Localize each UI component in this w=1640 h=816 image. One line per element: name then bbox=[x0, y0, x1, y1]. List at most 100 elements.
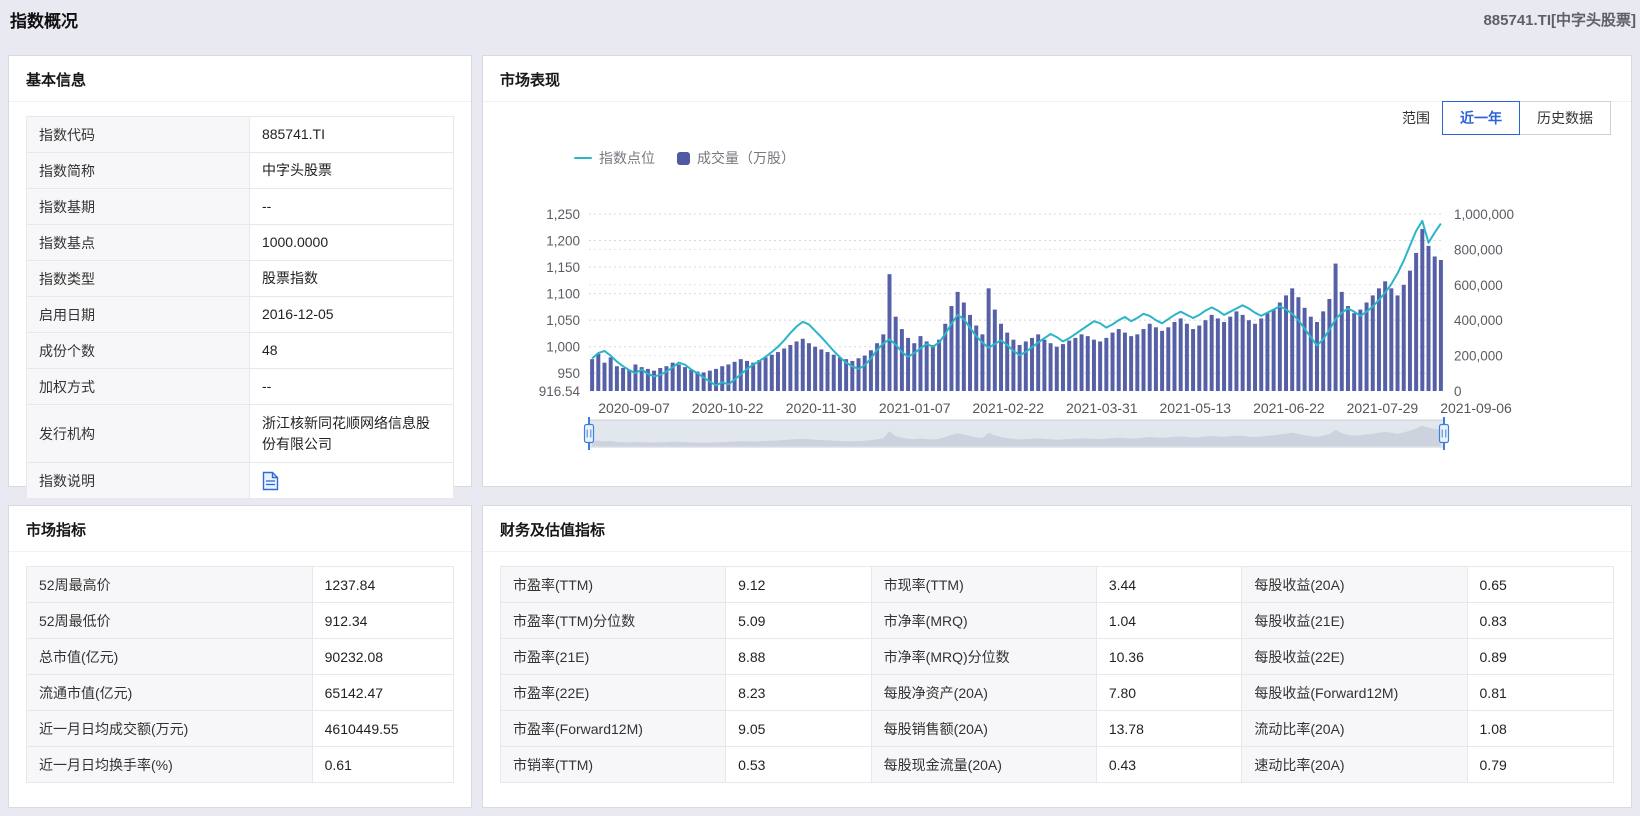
row-value: 0.79 bbox=[1468, 747, 1614, 782]
row-label: 每股现金流量(20A) bbox=[872, 747, 1097, 782]
svg-text:600,000: 600,000 bbox=[1454, 278, 1503, 293]
row-value: 4610449.55 bbox=[313, 711, 453, 746]
table-row: 52周最高价 1237.84 bbox=[27, 567, 453, 602]
row-value: 48 bbox=[250, 333, 453, 368]
row-label: 指数基点 bbox=[27, 225, 250, 260]
row-label: 每股收益(21E) bbox=[1242, 603, 1467, 638]
row-label: 总市值(亿元) bbox=[27, 639, 313, 674]
line-marker-icon bbox=[574, 157, 592, 160]
row-label: 近一月日均换手率(%) bbox=[27, 747, 313, 782]
row-value: 股票指数 bbox=[250, 261, 453, 296]
row-value: -- bbox=[250, 369, 453, 404]
market-stats-title: 市场指标 bbox=[9, 506, 471, 552]
row-value: 5.09 bbox=[726, 603, 872, 638]
row-label: 每股收益(Forward12M) bbox=[1242, 675, 1467, 710]
table-row: 市盈率(TTM)分位数 5.09 市净率(MRQ) 1.04 每股收益(21E)… bbox=[501, 602, 1613, 638]
row-label: 市净率(MRQ)分位数 bbox=[872, 639, 1097, 674]
row-label: 每股净资产(20A) bbox=[872, 675, 1097, 710]
legend-item-index-line[interactable]: 指数点位 bbox=[574, 148, 655, 168]
row-label: 成份个数 bbox=[27, 333, 250, 368]
row-label: 流动比率(20A) bbox=[1242, 711, 1467, 746]
row-label: 近一月日均成交额(万元) bbox=[27, 711, 313, 746]
document-icon[interactable] bbox=[262, 471, 279, 491]
row-value: 912.34 bbox=[313, 603, 453, 638]
table-row: 指数基期 -- bbox=[27, 188, 453, 224]
svg-text:1,000: 1,000 bbox=[546, 340, 580, 355]
row-label: 速动比率(20A) bbox=[1242, 747, 1467, 782]
finance-valuation-card: 财务及估值指标 市盈率(TTM) 9.12 市现率(TTM) 3.44 每股收益… bbox=[482, 505, 1632, 808]
row-value: 0.65 bbox=[1468, 567, 1614, 602]
row-value: 0.83 bbox=[1468, 603, 1614, 638]
svg-text:2021-03-31: 2021-03-31 bbox=[1066, 400, 1138, 416]
row-label: 指数说明 bbox=[27, 463, 250, 498]
legend-label: 指数点位 bbox=[599, 148, 655, 168]
row-label: 52周最高价 bbox=[27, 567, 313, 602]
svg-text:400,000: 400,000 bbox=[1454, 313, 1503, 328]
table-row: 市销率(TTM) 0.53 每股现金流量(20A) 0.43 速动比率(20A)… bbox=[501, 746, 1613, 782]
table-row: 指数基点 1000.0000 bbox=[27, 224, 453, 260]
topbar: 指数概况 885741.TI[中字头股票] bbox=[0, 0, 1640, 38]
svg-text:1,100: 1,100 bbox=[546, 287, 580, 302]
svg-text:950: 950 bbox=[557, 366, 580, 381]
market-performance-card: 市场表现 范围 近一年 历史数据 指数点位 成交量（万股） 9501,0001,… bbox=[482, 55, 1632, 487]
svg-text:2021-02-22: 2021-02-22 bbox=[972, 400, 1044, 416]
svg-text:2020-10-22: 2020-10-22 bbox=[692, 400, 764, 416]
svg-text:1,250: 1,250 bbox=[546, 207, 580, 222]
row-label: 市销率(TTM) bbox=[501, 747, 726, 782]
bar-marker-icon bbox=[677, 152, 690, 165]
svg-text:800,000: 800,000 bbox=[1454, 242, 1503, 257]
row-value: 1.04 bbox=[1097, 603, 1243, 638]
table-row: 加权方式 -- bbox=[27, 368, 453, 404]
svg-text:2021-06-22: 2021-06-22 bbox=[1253, 400, 1325, 416]
basic-info-card: 基本信息 指数代码 885741.TI 指数简称 中字头股票 指数基期 -- 指… bbox=[8, 55, 472, 487]
row-value: 8.88 bbox=[726, 639, 872, 674]
row-label: 指数类型 bbox=[27, 261, 250, 296]
table-row: 总市值(亿元) 90232.08 bbox=[27, 638, 453, 674]
basic-info-title: 基本信息 bbox=[9, 56, 471, 102]
svg-text:1,150: 1,150 bbox=[546, 260, 580, 275]
market-stats-table: 52周最高价 1237.84 52周最低价 912.34 总市值(亿元) 902… bbox=[26, 566, 454, 783]
row-label: 市盈率(21E) bbox=[501, 639, 726, 674]
svg-text:2020-09-07: 2020-09-07 bbox=[598, 400, 670, 416]
table-row: 市盈率(21E) 8.88 市净率(MRQ)分位数 10.36 每股收益(22E… bbox=[501, 638, 1613, 674]
range-button-history[interactable]: 历史数据 bbox=[1519, 101, 1611, 135]
row-label: 指数代码 bbox=[27, 117, 250, 152]
range-controls: 范围 近一年 历史数据 bbox=[1402, 101, 1611, 135]
row-label: 启用日期 bbox=[27, 297, 250, 332]
market-stats-card: 市场指标 52周最高价 1237.84 52周最低价 912.34 总市值(亿元… bbox=[8, 505, 472, 808]
row-value: 1.08 bbox=[1468, 711, 1614, 746]
row-value: 7.80 bbox=[1097, 675, 1243, 710]
finance-valuation-title: 财务及估值指标 bbox=[483, 506, 1631, 552]
row-label: 加权方式 bbox=[27, 369, 250, 404]
row-value: 8.23 bbox=[726, 675, 872, 710]
row-label: 发行机构 bbox=[27, 405, 250, 462]
svg-text:2021-01-07: 2021-01-07 bbox=[879, 400, 951, 416]
performance-chart[interactable]: 9501,0001,0501,1001,1501,2001,250916.540… bbox=[493, 166, 1623, 466]
row-label: 每股收益(22E) bbox=[1242, 639, 1467, 674]
row-value: 13.78 bbox=[1097, 711, 1243, 746]
datazoom-handle[interactable] bbox=[585, 425, 594, 443]
table-row: 近一月日均成交额(万元) 4610449.55 bbox=[27, 710, 453, 746]
table-row: 流通市值(亿元) 65142.47 bbox=[27, 674, 453, 710]
row-value: 0.61 bbox=[313, 747, 453, 782]
finance-table: 市盈率(TTM) 9.12 市现率(TTM) 3.44 每股收益(20A) 0.… bbox=[500, 566, 1614, 783]
row-value: 3.44 bbox=[1097, 567, 1243, 602]
svg-text:2021-09-06: 2021-09-06 bbox=[1440, 400, 1512, 416]
row-label: 市盈率(TTM)分位数 bbox=[501, 603, 726, 638]
row-value: 0.53 bbox=[726, 747, 872, 782]
row-value: 浙江核新同花顺网络信息股份有限公司 bbox=[250, 405, 453, 462]
legend-item-volume[interactable]: 成交量（万股） bbox=[677, 148, 795, 168]
range-button-last-year[interactable]: 近一年 bbox=[1442, 101, 1520, 135]
table-row: 发行机构 浙江核新同花顺网络信息股份有限公司 bbox=[27, 404, 453, 462]
row-value: 1237.84 bbox=[313, 567, 453, 602]
row-label: 52周最低价 bbox=[27, 603, 313, 638]
row-value: 885741.TI bbox=[250, 117, 453, 152]
row-value: 9.05 bbox=[726, 711, 872, 746]
table-row: 指数代码 885741.TI bbox=[27, 117, 453, 152]
table-row: 近一月日均换手率(%) 0.61 bbox=[27, 746, 453, 782]
datazoom-handle[interactable] bbox=[1440, 425, 1449, 443]
row-label: 市盈率(Forward12M) bbox=[501, 711, 726, 746]
table-row: 市盈率(22E) 8.23 每股净资产(20A) 7.80 每股收益(Forwa… bbox=[501, 674, 1613, 710]
range-label: 范围 bbox=[1402, 108, 1430, 128]
row-label: 市现率(TTM) bbox=[872, 567, 1097, 602]
